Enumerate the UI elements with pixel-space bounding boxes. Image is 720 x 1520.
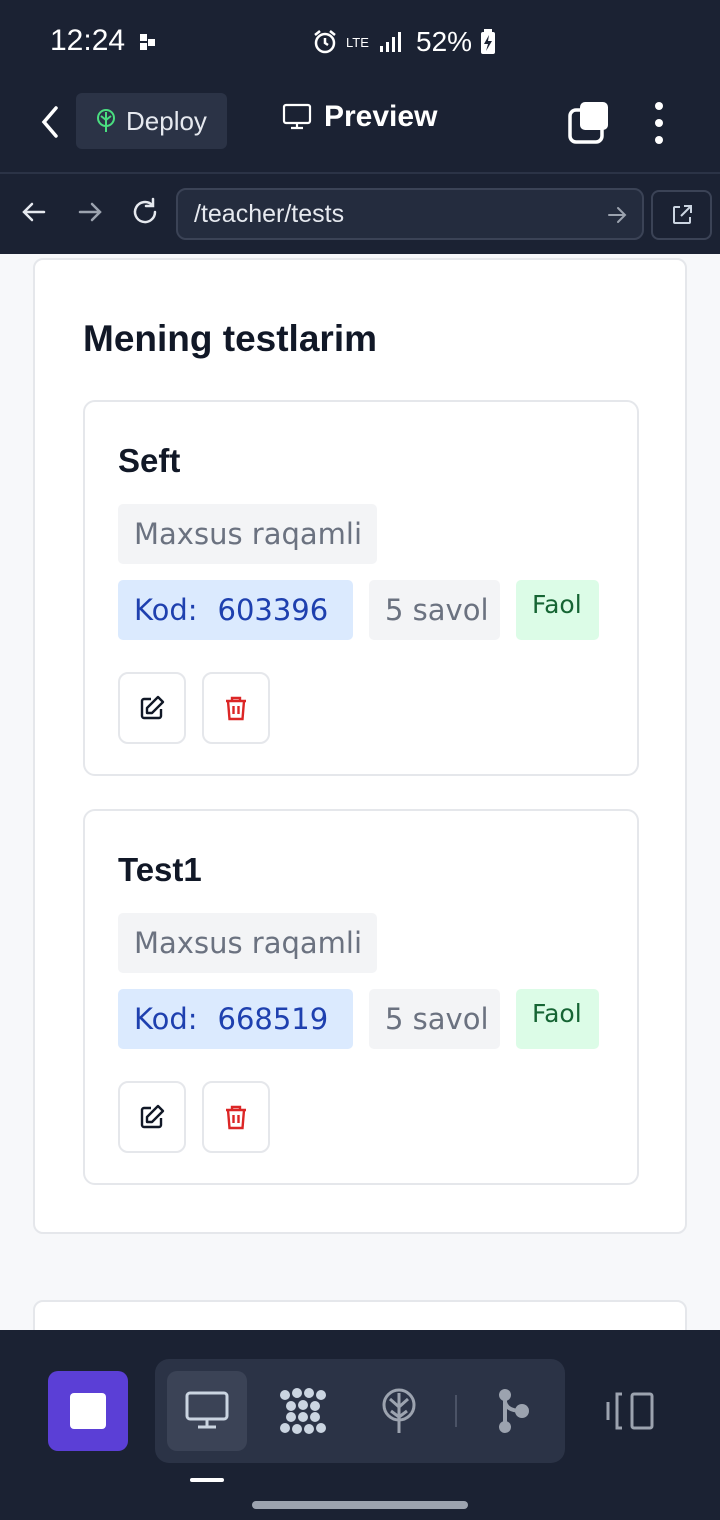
trash-icon <box>226 1105 246 1130</box>
edit-button[interactable] <box>118 1081 186 1153</box>
code-value: 603396 <box>217 593 329 627</box>
deploy-tree-icon <box>97 109 115 132</box>
active-tool-indicator <box>190 1478 224 1482</box>
status-badge: Faol <box>516 580 599 640</box>
tool-separator <box>455 1395 457 1427</box>
preview-label: Preview <box>324 100 438 133</box>
reload-icon[interactable] <box>129 196 161 228</box>
test-name: Test1 <box>118 851 202 888</box>
test-name: Seft <box>118 442 181 479</box>
code-value: 668519 <box>217 1002 329 1036</box>
go-arrow-icon[interactable] <box>606 204 628 226</box>
code-label: Kod: <box>134 593 198 627</box>
status-time: 12:24 <box>50 24 126 57</box>
status-icons: LTE 52% <box>312 26 496 58</box>
deploy-button[interactable]: Deploy <box>76 93 227 149</box>
code-label: Kod: <box>134 1002 198 1036</box>
page-content: Mening testlarim Seft Maxsus raqamli Kod… <box>0 254 720 1330</box>
edit-icon <box>140 1104 165 1129</box>
browser-url-row: /teacher/tests <box>0 172 720 254</box>
next-panel <box>33 1300 687 1330</box>
test-card: Seft Maxsus raqamli Kod: 603396 5 savol … <box>83 400 639 776</box>
home-indicator[interactable] <box>252 1501 468 1509</box>
tool-preview[interactable] <box>167 1371 247 1451</box>
alarm-icon <box>314 30 336 54</box>
question-count-badge: 5 savol <box>369 989 500 1049</box>
tests-panel: Mening testlarim Seft Maxsus raqamli Kod… <box>33 258 687 1234</box>
test-card: Test1 Maxsus raqamli Kod: 668519 5 savol… <box>83 809 639 1185</box>
test-code-badge: Kod: 668519 <box>118 989 353 1049</box>
tool-git[interactable] <box>473 1371 553 1451</box>
url-input[interactable]: /teacher/tests <box>176 188 644 240</box>
app-bar: Deploy Preview <box>0 80 720 172</box>
tool-group <box>155 1359 565 1463</box>
stop-icon <box>70 1393 106 1429</box>
question-count-badge: 5 savol <box>369 580 500 640</box>
tabs-icon[interactable] <box>566 100 612 146</box>
url-text: /teacher/tests <box>194 199 345 228</box>
network-type: LTE <box>346 34 369 50</box>
monitor-icon <box>185 1391 229 1429</box>
battery-percent: 52% <box>416 26 473 57</box>
test-type-badge: Maxsus raqamli <box>118 504 377 564</box>
tool-console[interactable] <box>263 1371 343 1451</box>
edit-icon <box>140 695 165 720</box>
more-options-icon[interactable] <box>644 100 674 146</box>
test-type-badge: Maxsus raqamli <box>118 913 377 973</box>
branch-icon <box>499 1389 529 1433</box>
bottom-dock <box>0 1330 720 1520</box>
test-code-badge: Kod: 603396 <box>118 580 353 640</box>
back-arrow-icon[interactable] <box>34 102 68 142</box>
page-title: Mening testlarim <box>83 318 377 359</box>
edit-button[interactable] <box>118 672 186 744</box>
dots-grid-icon <box>280 1388 326 1434</box>
monitor-icon <box>282 103 312 130</box>
external-link-icon <box>672 205 692 224</box>
status-badge: Faol <box>516 989 599 1049</box>
trash-icon <box>226 696 246 721</box>
battery-charging-icon <box>481 29 496 54</box>
delete-button[interactable] <box>202 1081 270 1153</box>
deploy-label: Deploy <box>126 105 207 136</box>
status-bar: 12:24 LTE 52% <box>0 0 720 80</box>
preview-tab[interactable]: Preview <box>282 100 437 134</box>
tool-deploy[interactable] <box>359 1371 439 1451</box>
notification-icon <box>140 34 155 50</box>
stop-button[interactable] <box>48 1371 128 1451</box>
split-view-icon[interactable] <box>604 1390 658 1432</box>
deploy-tree-icon <box>382 1388 416 1433</box>
open-external-button[interactable] <box>651 190 712 240</box>
delete-button[interactable] <box>202 672 270 744</box>
browser-back-icon[interactable] <box>18 196 50 228</box>
signal-icon <box>380 32 401 52</box>
browser-forward-icon[interactable] <box>74 196 106 228</box>
